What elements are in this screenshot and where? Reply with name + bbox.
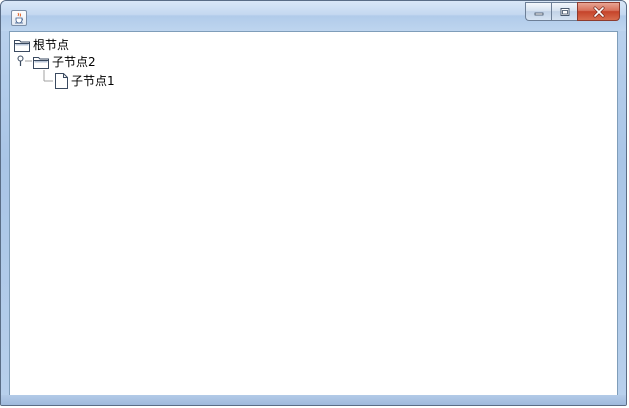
caption-buttons <box>525 2 620 21</box>
close-icon <box>593 6 604 17</box>
java-cup-icon[interactable] <box>11 10 27 26</box>
folder-icon <box>14 40 30 52</box>
title-bar[interactable] <box>1 1 626 31</box>
file-icon <box>55 73 68 89</box>
tree-node-label: 根节点 <box>33 38 70 52</box>
tree-node-root[interactable]: 根节点 <box>14 36 69 54</box>
minimize-button[interactable] <box>525 2 551 21</box>
maximize-button[interactable] <box>551 2 577 21</box>
tree-view[interactable]: 根节点 子节点2 子节点1 <box>13 35 614 393</box>
tree-node-child2[interactable]: 子节点2 <box>33 53 96 71</box>
folder-open-icon <box>33 57 49 69</box>
tree-node-label: 子节点1 <box>71 74 115 88</box>
expand-handle-icon[interactable] <box>17 55 25 67</box>
tree-node-child1[interactable]: 子节点1 <box>55 72 115 90</box>
tree-node-label: 子节点2 <box>52 55 96 69</box>
window-bottom-border[interactable] <box>1 395 626 405</box>
tree-scroll-pane: 根节点 子节点2 子节点1 <box>9 31 618 397</box>
minimize-icon <box>534 12 543 15</box>
application-window: 根节点 子节点2 子节点1 <box>0 0 627 406</box>
close-button[interactable] <box>577 2 620 21</box>
maximize-icon <box>560 7 569 16</box>
